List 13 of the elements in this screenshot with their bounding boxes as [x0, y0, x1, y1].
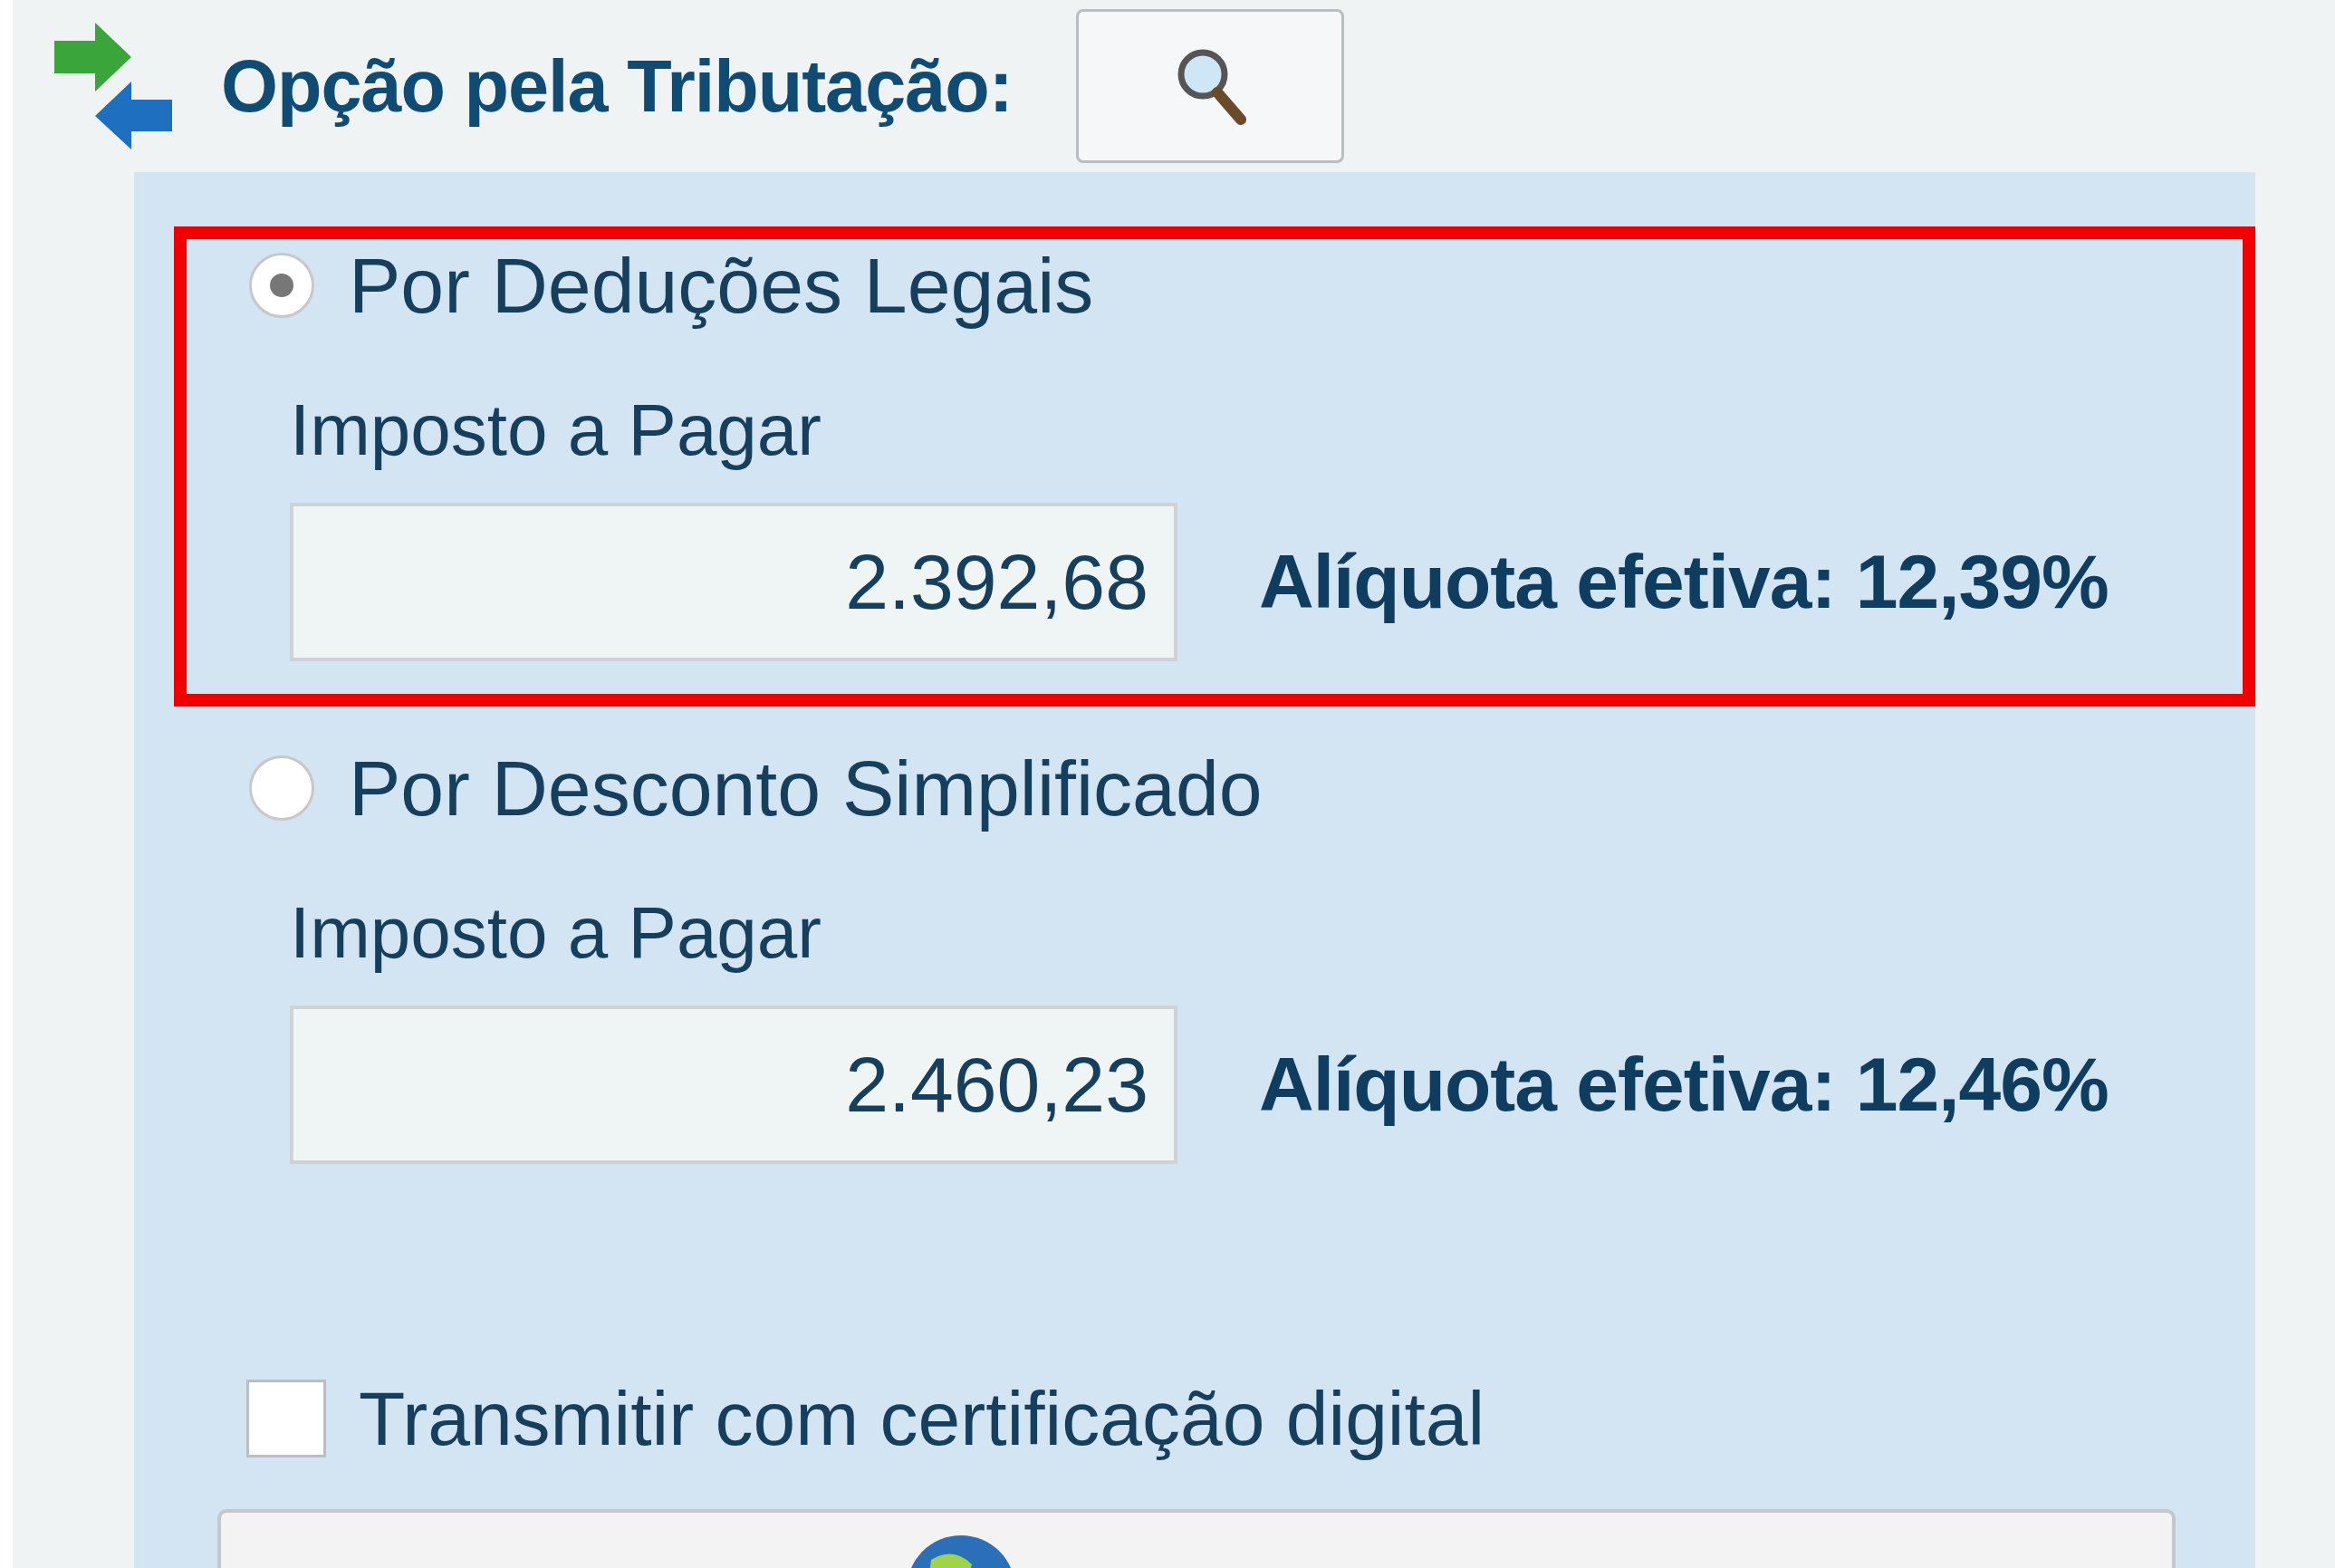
- section-title: Opção pela Tributação:: [221, 43, 1013, 129]
- tax-amount-field[interactable]: 2.392,68: [290, 503, 1177, 661]
- search-button[interactable]: [1075, 9, 1344, 163]
- option-label: Por Deduções Legais: [349, 240, 1094, 331]
- option-label: Por Desconto Simplificado: [349, 743, 1263, 833]
- arrows-icon: [54, 23, 172, 149]
- field-label: Imposto a Pagar: [290, 390, 822, 471]
- field-label: Imposto a Pagar: [290, 892, 822, 974]
- checkbox[interactable]: [246, 1380, 326, 1457]
- checkbox-label: Transmitir com certificação digital: [359, 1374, 1485, 1463]
- effective-rate-text: Alíquota efetiva: 12,46%: [1259, 1041, 2109, 1129]
- effective-rate-text: Alíquota efetiva: 12,39%: [1259, 538, 2109, 626]
- tax-amount-field[interactable]: 2.460,23: [290, 1005, 1177, 1164]
